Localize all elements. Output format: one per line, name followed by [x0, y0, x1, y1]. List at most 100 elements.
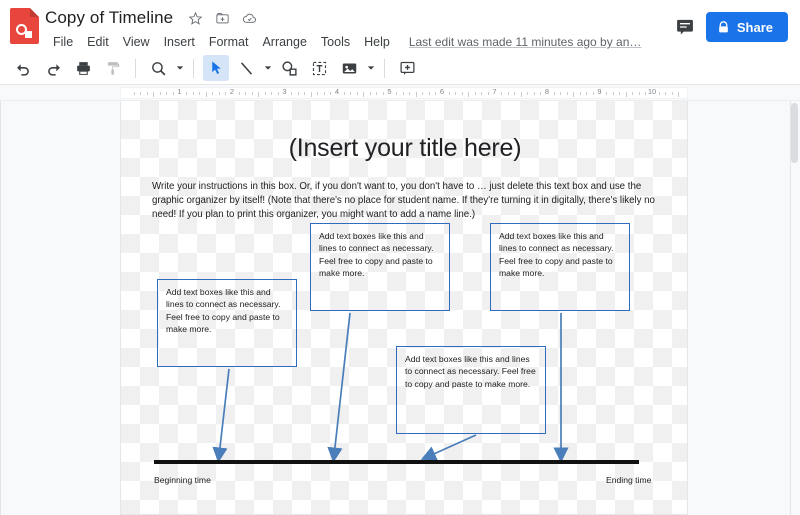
zoom-button[interactable] — [145, 55, 171, 81]
ruler-tick — [264, 92, 266, 95]
title-and-menu-block: Copy of Timeline File Edit View Insert F… — [45, 4, 674, 53]
lock-icon — [717, 20, 730, 34]
share-button-label: Share — [736, 19, 773, 35]
ruler-tick — [304, 92, 306, 95]
ruler-tick — [553, 92, 555, 95]
ruler-tick — [140, 92, 142, 95]
ruler-tick — [297, 92, 299, 95]
shape-tool[interactable] — [276, 55, 302, 81]
comment-icon[interactable] — [674, 16, 696, 38]
move-to-folder-icon[interactable] — [214, 10, 230, 26]
menu-item-tools[interactable]: Tools — [314, 33, 357, 51]
ruler-number: 4 — [334, 87, 340, 96]
ruler-tick — [186, 92, 188, 95]
ruler-tick — [501, 92, 503, 95]
editing-toolbar — [0, 52, 800, 85]
ruler-tick — [199, 92, 201, 95]
title-row: Copy of Timeline — [45, 6, 674, 30]
ruler-tick — [448, 92, 450, 95]
last-edit-status[interactable]: Last edit was made 11 minutes ago by an… — [409, 35, 642, 49]
ruler-tick — [356, 92, 358, 95]
ruler-tick — [376, 92, 378, 95]
ruler-number: 3 — [282, 87, 287, 96]
ruler-tick — [592, 92, 594, 95]
ruler-tick — [422, 92, 424, 95]
ruler-tick — [533, 92, 535, 95]
cloud-saved-icon[interactable] — [241, 10, 257, 26]
ending-time-label[interactable]: Ending time — [606, 475, 651, 485]
add-comment-tool[interactable] — [394, 55, 420, 81]
ruler-tick — [225, 92, 227, 95]
ruler-track[interactable]: 1 2 3 4 5 6 7 8 9 10 — [120, 87, 688, 99]
menu-item-edit[interactable]: Edit — [80, 33, 116, 51]
menu-item-file[interactable]: File — [46, 33, 80, 51]
vertical-scrollbar[interactable] — [791, 103, 798, 163]
line-tool[interactable] — [233, 55, 259, 81]
image-dropdown[interactable] — [364, 56, 377, 80]
slide-canvas[interactable]: (Insert your title here) Write your inst… — [120, 101, 688, 515]
horizontal-ruler: 1 2 3 4 5 6 7 8 9 10 — [0, 85, 800, 101]
ruler-tick — [612, 92, 614, 95]
ruler-tick — [363, 92, 365, 97]
ruler-tick — [291, 92, 293, 95]
ruler-tick — [468, 92, 470, 97]
workspace-right-divider — [790, 101, 791, 515]
ruler-tick — [310, 92, 312, 97]
ruler-tick — [159, 92, 161, 95]
star-icon[interactable] — [187, 10, 203, 26]
paint-format-button[interactable] — [100, 55, 126, 81]
ruler-tick — [474, 92, 476, 95]
menu-item-insert[interactable]: Insert — [157, 33, 202, 51]
ruler-number: 9 — [597, 87, 602, 96]
zoom-dropdown[interactable] — [173, 56, 186, 80]
beginning-time-label[interactable]: Beginning time — [154, 475, 211, 485]
ruler-tick — [514, 92, 516, 95]
menu-item-arrange[interactable]: Arrange — [255, 33, 313, 51]
line-dropdown[interactable] — [261, 56, 274, 80]
ruler-tick — [166, 92, 168, 95]
ruler-number: 7 — [492, 87, 497, 96]
print-button[interactable] — [70, 55, 96, 81]
menu-item-view[interactable]: View — [116, 33, 157, 51]
ruler-tick — [658, 92, 660, 95]
ruler-tick — [606, 92, 608, 95]
text-box-lower-middle[interactable]: Add text boxes like this and lines to co… — [396, 346, 546, 434]
share-button[interactable]: Share — [705, 12, 788, 42]
ruler-tick — [218, 92, 220, 95]
document-title[interactable]: Copy of Timeline — [45, 8, 173, 28]
menu-item-help[interactable]: Help — [357, 33, 397, 51]
ruler-tick — [625, 92, 627, 97]
slide-instructions-text-box[interactable]: Write your instructions in this box. Or,… — [152, 180, 664, 223]
header-right-actions: Share — [674, 12, 788, 42]
image-tool[interactable] — [336, 55, 362, 81]
ruler-tick — [573, 92, 575, 97]
text-box-upper-middle[interactable]: Add text boxes like this and lines to co… — [310, 223, 450, 311]
ruler-number: 2 — [229, 87, 235, 96]
ruler-tick — [205, 92, 207, 97]
ruler-tick — [560, 92, 562, 95]
text-box-tool[interactable] — [306, 55, 332, 81]
app-header: Copy of Timeline File Edit View Insert F… — [0, 0, 800, 52]
ruler-tick — [619, 92, 621, 95]
ruler-tick — [678, 92, 680, 97]
redo-button[interactable] — [40, 55, 66, 81]
toolbar-divider — [135, 58, 136, 78]
ruler-number: 5 — [387, 87, 392, 96]
workspace-left-divider — [0, 101, 1, 515]
select-tool[interactable] — [203, 55, 229, 81]
ruler-tick — [415, 92, 417, 97]
ruler-tick — [402, 92, 404, 95]
title-icon-group — [187, 10, 257, 26]
text-box-upper-right[interactable]: Add text boxes like this and lines to co… — [490, 223, 630, 311]
ruler-tick — [435, 92, 437, 95]
menu-item-format[interactable]: Format — [202, 33, 256, 51]
ruler-tick — [251, 92, 253, 95]
ruler-tick — [409, 92, 411, 95]
undo-button[interactable] — [10, 55, 36, 81]
toolbar-divider — [384, 58, 385, 78]
slide-title[interactable]: (Insert your title here) — [151, 134, 659, 163]
ruler-tick — [638, 92, 640, 95]
timeline-bar[interactable] — [154, 460, 639, 464]
ruler-tick — [153, 92, 155, 97]
text-box-left[interactable]: Add text boxes like this and lines to co… — [157, 279, 297, 367]
